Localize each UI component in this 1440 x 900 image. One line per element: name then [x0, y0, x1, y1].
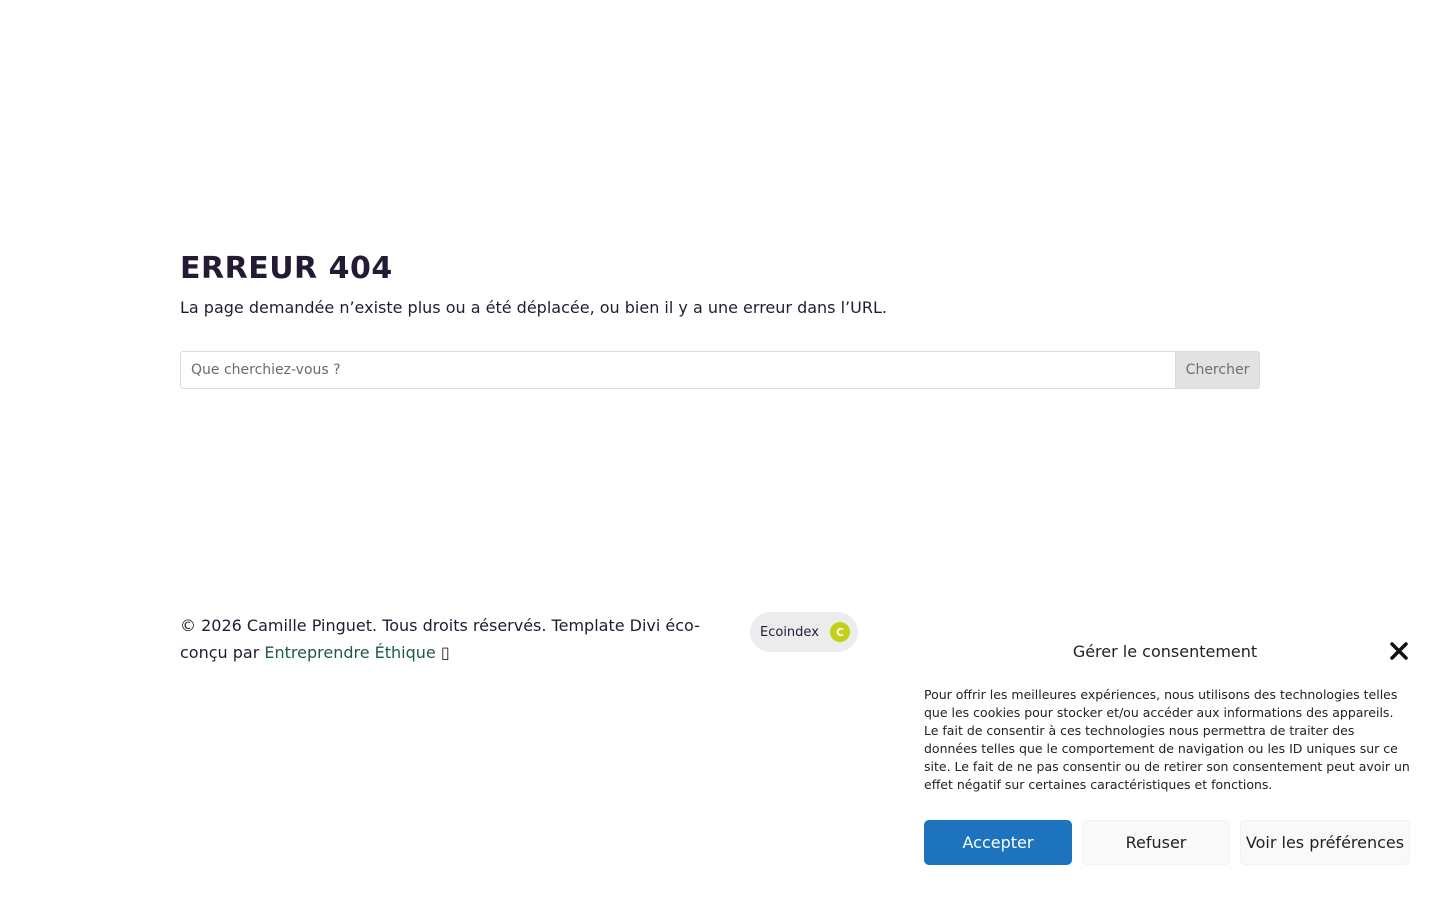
- consent-banner: Gérer le consentement Pour offrir les me…: [900, 620, 1430, 890]
- footer-copyright: © 2026 Camille Pinguet. Tous droits rése…: [180, 612, 700, 666]
- ecoindex-badge[interactable]: Ecoindex C: [750, 612, 858, 652]
- search-input[interactable]: [180, 351, 1175, 389]
- error-message: La page demandée n’existe plus ou a été …: [180, 298, 887, 317]
- external-link-icon: ▯: [435, 643, 450, 662]
- ecoindex-grade: C: [830, 622, 850, 642]
- page-title: ERREUR 404: [180, 251, 393, 286]
- entreprendre-ethique-link[interactable]: Entreprendre Éthique: [264, 643, 435, 662]
- consent-title: Gérer le consentement: [1072, 642, 1258, 661]
- page: ERREUR 404 La page demandée n’existe plu…: [0, 0, 1440, 900]
- close-icon[interactable]: [1388, 640, 1410, 662]
- ecoindex-label: Ecoindex: [760, 624, 819, 640]
- consent-message: Pour offrir les meilleures expériences, …: [924, 687, 1410, 792]
- preferences-button[interactable]: Voir les préférences: [1240, 820, 1410, 865]
- search-button[interactable]: Chercher: [1175, 351, 1260, 389]
- search-form: Chercher: [180, 351, 1260, 389]
- accept-button[interactable]: Accepter: [924, 820, 1072, 865]
- refuse-button[interactable]: Refuser: [1082, 820, 1230, 865]
- close-icon-glyph: [1390, 642, 1408, 660]
